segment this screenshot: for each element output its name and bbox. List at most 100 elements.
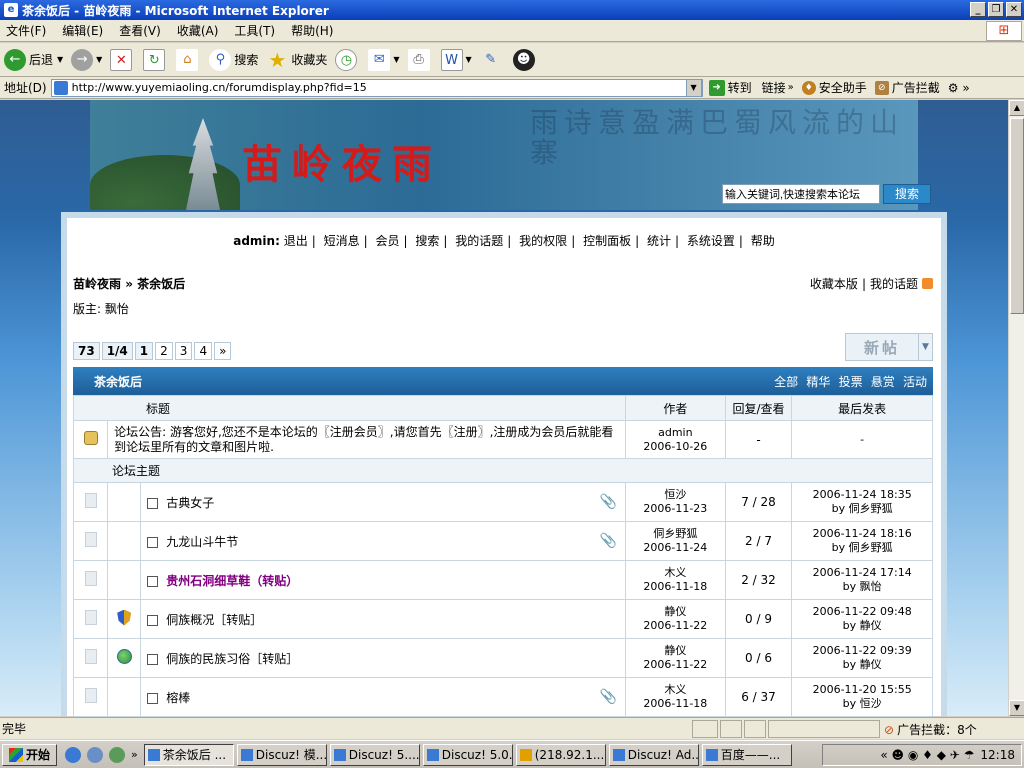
thread-checkbox[interactable] — [147, 497, 159, 509]
nav-search[interactable]: 搜索 — [415, 234, 439, 248]
page-next[interactable]: » — [214, 342, 232, 360]
filter-all[interactable]: 全部 — [774, 375, 798, 389]
mail-button[interactable]: ✉ ▼ — [368, 48, 400, 71]
announcement-text[interactable]: 论坛公告: 游客您好,您还不是本论坛的〖注册会员〗,请您首先〖注册〗,注册成为会… — [107, 420, 626, 459]
nav-messages[interactable]: 短消息 — [324, 234, 360, 248]
announcement-author[interactable]: admin — [626, 426, 725, 440]
history-button[interactable]: ◷ — [335, 48, 360, 71]
close-button[interactable]: ✕ — [1006, 2, 1022, 17]
filter-digest[interactable]: 精华 — [806, 375, 830, 389]
favorite-forum-link[interactable]: 收藏本版 — [810, 275, 858, 292]
filter-reward[interactable]: 悬赏 — [871, 375, 895, 389]
page-3[interactable]: 3 — [174, 342, 193, 360]
tray-icons[interactable]: « ☻ ◉ ♦ ◆ ✈ ☂ — [880, 748, 974, 762]
stop-button[interactable]: ✕ — [110, 48, 135, 71]
nav-my-topics[interactable]: 我的话题 — [455, 234, 503, 248]
thread-author[interactable]: 静仪 — [626, 644, 725, 658]
task-item[interactable]: (218.92.1... — [515, 743, 606, 766]
task-item[interactable]: Discuz! 5.0... — [422, 743, 513, 766]
last-post-by[interactable]: by 飘怡 — [792, 580, 932, 594]
favorites-button[interactable]: ★ 收藏夹 — [266, 49, 327, 71]
last-post-time[interactable]: 2006-11-24 17:14 — [792, 566, 932, 580]
scroll-thumb[interactable] — [1010, 118, 1024, 314]
menu-help[interactable]: 帮助(H) — [291, 22, 333, 39]
messenger-button[interactable]: ✎ — [480, 49, 505, 71]
extra-tool-icon[interactable]: ⚙ » — [948, 81, 970, 95]
nav-stats[interactable]: 统计 — [647, 234, 671, 248]
last-post-by[interactable]: by 恒沙 — [792, 697, 932, 711]
thread-title[interactable]: 九龙山斗牛节 — [166, 535, 238, 549]
chevron-down-icon[interactable]: ▼ — [918, 334, 932, 360]
task-item[interactable]: 茶余饭后 ... — [143, 743, 234, 766]
minimize-button[interactable]: _ — [970, 2, 986, 17]
last-post-time[interactable]: 2006-11-22 09:48 — [792, 605, 932, 619]
adblock-button[interactable]: ⊘ 广告拦截 — [874, 79, 940, 96]
rss-icon[interactable] — [922, 278, 933, 289]
task-item[interactable]: Discuz! 5.... — [329, 743, 420, 766]
address-input[interactable]: http://www.yuyemiaoling.cn/forumdisplay.… — [50, 78, 703, 97]
refresh-button[interactable]: ↻ — [143, 48, 168, 71]
thread-title[interactable]: 古典女子 — [166, 496, 214, 510]
scroll-up-icon[interactable]: ▲ — [1009, 100, 1024, 116]
forum-search-input[interactable] — [722, 184, 880, 204]
username[interactable]: admin: — [233, 234, 280, 248]
nav-system-settings[interactable]: 系统设置 — [687, 234, 735, 248]
nav-logout[interactable]: 退出 — [284, 234, 308, 248]
task-item[interactable]: 百度——... — [701, 743, 792, 766]
go-button[interactable]: ➜ 转到 — [708, 79, 752, 96]
last-post-time[interactable]: 2006-11-24 18:16 — [792, 527, 932, 541]
thread-author[interactable]: 静仪 — [626, 605, 725, 619]
thread-checkbox[interactable] — [147, 614, 159, 626]
thread-title[interactable]: 贵州石洞细草鞋（转贴） — [166, 574, 298, 588]
last-post-by[interactable]: by 侗乡野狐 — [792, 502, 932, 516]
page-2[interactable]: 2 — [155, 342, 173, 360]
media-quicklaunch-icon[interactable] — [87, 746, 104, 763]
page-1[interactable]: 1 — [134, 342, 154, 360]
desktop-quicklaunch-icon[interactable] — [109, 746, 126, 763]
thread-author[interactable]: 恒沙 — [626, 488, 725, 502]
task-item[interactable]: Discuz! Ad... — [608, 743, 699, 766]
adblock-status[interactable]: ⊘ 广告拦截：8个 — [884, 721, 977, 738]
thread-checkbox[interactable] — [147, 536, 159, 548]
my-topics-link[interactable]: 我的话题 — [870, 275, 918, 292]
last-post-time[interactable]: 2006-11-20 15:55 — [792, 683, 932, 697]
last-post-by[interactable]: by 侗乡野狐 — [792, 541, 932, 555]
home-button[interactable]: ⌂ — [176, 48, 201, 71]
search-button[interactable]: ⚲ 搜索 — [209, 48, 258, 71]
nav-help[interactable]: 帮助 — [751, 234, 775, 248]
ie-quicklaunch-icon[interactable] — [65, 746, 82, 763]
start-button[interactable]: 开始 — [2, 743, 58, 766]
clock[interactable]: 12:18 — [980, 748, 1015, 762]
thread-title[interactable]: 侗族的民族习俗［转贴］ — [166, 652, 298, 666]
nav-control-panel[interactable]: 控制面板 — [583, 234, 631, 248]
forum-search-button[interactable]: 搜索 — [883, 184, 931, 204]
thread-author[interactable]: 木义 — [626, 683, 725, 697]
restore-button[interactable]: ❐ — [988, 2, 1004, 17]
thread-author[interactable]: 侗乡野狐 — [626, 527, 725, 541]
quicklaunch-more[interactable]: » — [131, 748, 138, 761]
nav-my-permissions[interactable]: 我的权限 — [519, 234, 567, 248]
page-4[interactable]: 4 — [194, 342, 213, 360]
filter-activity[interactable]: 活动 — [903, 375, 927, 389]
last-post-by[interactable]: by 静仪 — [792, 658, 932, 672]
back-button[interactable]: ← 后退 ▼ — [4, 48, 63, 71]
menu-file[interactable]: 文件(F) — [6, 22, 46, 39]
menu-favorites[interactable]: 收藏(A) — [177, 22, 219, 39]
address-dropdown[interactable]: ▼ — [685, 78, 702, 97]
thread-author[interactable]: 木义 — [626, 566, 725, 580]
vertical-scrollbar[interactable]: ▲ ▼ — [1008, 100, 1024, 716]
last-post-time[interactable]: 2006-11-22 09:39 — [792, 644, 932, 658]
forward-button[interactable]: → ▼ — [71, 48, 102, 71]
breadcrumb-home[interactable]: 苗岭夜雨 — [73, 277, 121, 291]
last-post-by[interactable]: by 静仪 — [792, 619, 932, 633]
thread-checkbox[interactable] — [147, 653, 159, 665]
scroll-down-icon[interactable]: ▼ — [1009, 700, 1024, 716]
task-item[interactable]: Discuz! 模... — [236, 743, 327, 766]
safety-helper-button[interactable]: ♦ 安全助手 — [801, 79, 867, 96]
menu-view[interactable]: 查看(V) — [119, 22, 161, 39]
thread-checkbox[interactable] — [147, 692, 159, 704]
filter-poll[interactable]: 投票 — [839, 375, 863, 389]
print-button[interactable]: ⎙ — [407, 48, 433, 71]
new-post-button[interactable]: 新帖 ▼ — [845, 333, 933, 361]
qq-button[interactable]: ☻ — [512, 48, 538, 71]
